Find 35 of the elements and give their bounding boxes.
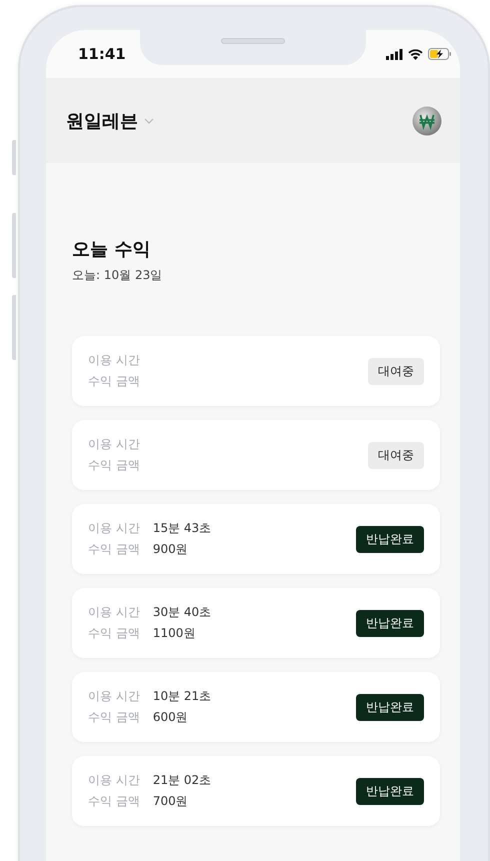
field-label: 수익 금액 xyxy=(88,457,140,474)
earning-amount: 600원 xyxy=(152,709,188,726)
usage-time: 15분 43초 xyxy=(152,520,212,537)
field-label: 이용 시간 xyxy=(88,772,140,789)
status-badge: 대여중 xyxy=(368,442,424,468)
won-coin-icon[interactable] xyxy=(412,106,442,136)
field-label: 수익 금액 xyxy=(88,373,140,390)
speaker-grille xyxy=(221,38,285,44)
usage-time: 10분 21초 xyxy=(152,688,212,705)
earning-amount: 1100원 xyxy=(152,625,196,642)
status-badge: 반납완료 xyxy=(356,610,424,636)
signal-icon xyxy=(386,48,403,60)
wifi-icon xyxy=(408,48,423,60)
store-title[interactable]: 원일레븐 xyxy=(66,108,138,132)
earning-amount: 700원 xyxy=(152,793,188,810)
field-label: 수익 금액 xyxy=(88,541,140,558)
field-label: 이용 시간 xyxy=(88,520,140,537)
date-label: 오늘: 10월 23일 xyxy=(72,267,164,284)
battery-charging-icon xyxy=(428,48,452,60)
status-badge: 반납완료 xyxy=(356,778,424,804)
usage-time: 30분 40초 xyxy=(152,604,212,621)
field-label: 수익 금액 xyxy=(88,793,140,810)
field-label: 이용 시간 xyxy=(88,688,140,705)
field-label: 이용 시간 xyxy=(88,352,140,369)
field-label: 이용 시간 xyxy=(88,436,140,453)
status-badge: 반납완료 xyxy=(356,526,424,552)
status-badge: 반납완료 xyxy=(356,694,424,720)
section-title: 오늘 수익 xyxy=(72,238,152,261)
field-label: 이용 시간 xyxy=(88,604,140,621)
status-badge: 대여중 xyxy=(368,358,424,384)
earning-amount: 900원 xyxy=(152,541,188,558)
field-label: 수익 금액 xyxy=(88,709,140,726)
field-label: 수익 금액 xyxy=(88,625,140,642)
status-time: 11:41 xyxy=(78,45,126,63)
usage-time: 21분 02초 xyxy=(152,772,212,789)
